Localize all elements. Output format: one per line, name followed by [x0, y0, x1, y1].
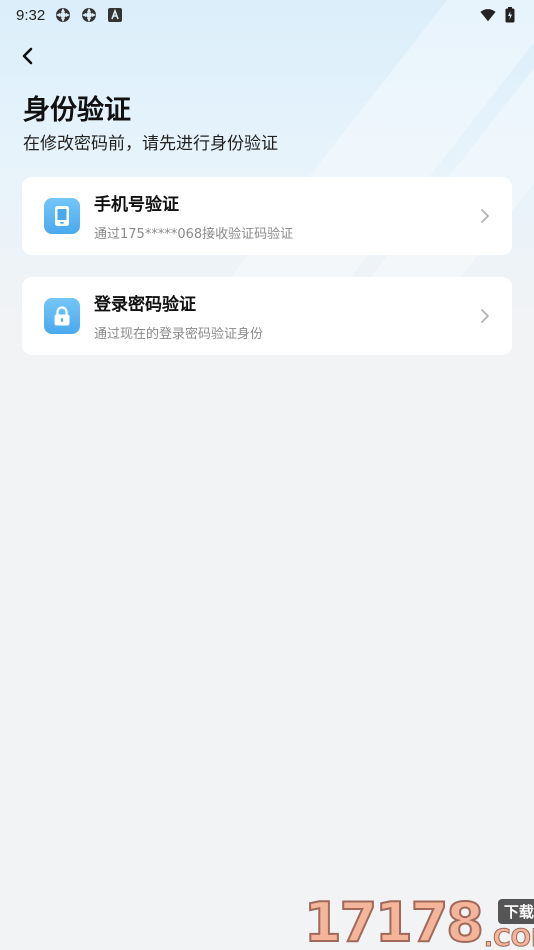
site-watermark: 17178 下载站 .COM: [303, 884, 534, 950]
lock-icon: [44, 298, 80, 334]
phone-verification-option[interactable]: 手机号验证 通过175*****068接收验证码验证: [22, 177, 512, 255]
chevron-right-icon: [480, 208, 490, 224]
option-title: 手机号验证: [94, 195, 179, 215]
settings-gear-icon: [81, 7, 97, 23]
status-bar: 9:32: [0, 0, 534, 30]
status-time: 9:32: [16, 6, 46, 24]
page-subtitle: 在修改密码前，请先进行身份验证: [23, 134, 278, 154]
option-description: 通过现在的登录密码验证身份: [94, 327, 264, 342]
login-password-verification-option[interactable]: 登录密码验证 通过现在的登录密码验证身份: [22, 277, 512, 355]
battery-icon: [502, 7, 518, 23]
a-notification-icon: [107, 7, 123, 23]
settings-gear-icon: [55, 7, 71, 23]
back-button[interactable]: [14, 44, 42, 72]
option-title: 登录密码验证: [94, 295, 196, 315]
page-title: 身份验证: [23, 95, 131, 126]
watermark-digits: 17178: [303, 891, 485, 950]
back-chevron-icon: [21, 47, 35, 69]
option-description: 通过175*****068接收验证码验证: [94, 227, 294, 242]
phone-icon: [44, 198, 80, 234]
chevron-right-icon: [480, 308, 490, 324]
wifi-icon: [480, 7, 496, 23]
watermark-suffix: .COM: [483, 924, 534, 950]
watermark-tag: 下载站: [497, 899, 534, 924]
